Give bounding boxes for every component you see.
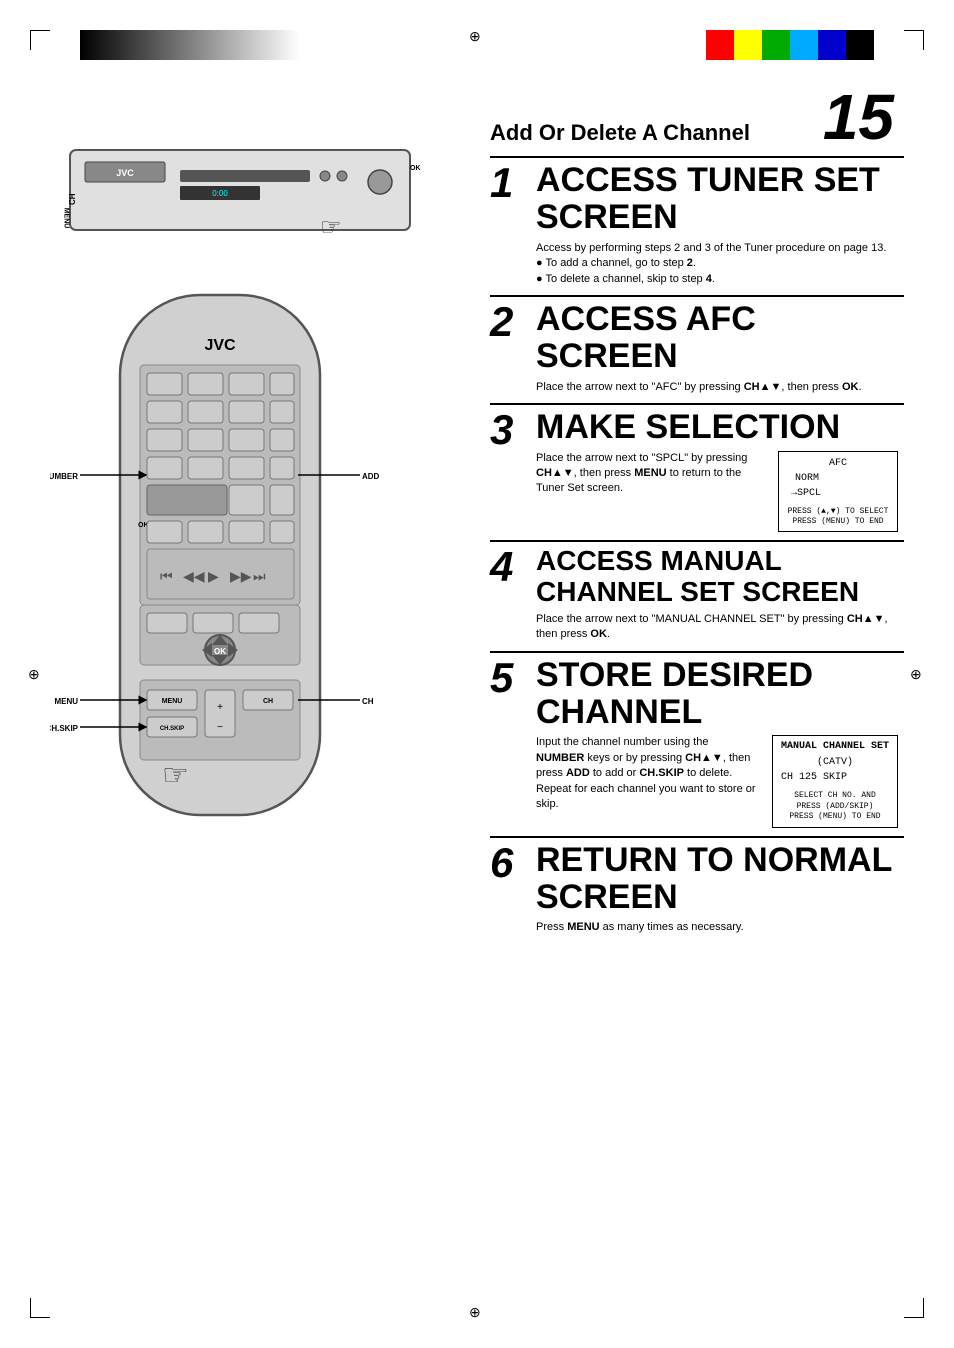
section-heading: Add Or Delete A Channel — [490, 120, 904, 146]
svg-text:−: − — [217, 722, 223, 733]
step-3-block: 3 MAKE SELECTION Place the arrow next to… — [490, 403, 904, 540]
svg-text:CH: CH — [263, 698, 273, 705]
step-4-number: 4 — [490, 542, 530, 650]
step-5-content: STORE DESIRED CHANNEL Input the channel … — [530, 653, 904, 836]
svg-text:CH.SKIP: CH.SKIP — [160, 726, 184, 732]
step-2-content: ACCESS AFC SCREEN Place the arrow next t… — [530, 297, 904, 403]
step-3-inner: Place the arrow next to "SPCL" by pressi… — [536, 451, 898, 533]
step-2-number: 2 — [490, 297, 530, 403]
step-5-inner: Input the channel number using the NUMBE… — [536, 735, 898, 827]
step-2-block: 2 ACCESS AFC SCREEN Place the arrow next… — [490, 295, 904, 403]
svg-text:ADD: ADD — [362, 472, 380, 481]
step-3-content: MAKE SELECTION Place the arrow next to "… — [530, 405, 904, 540]
step-3-text: Place the arrow next to "SPCL" by pressi… — [536, 451, 762, 497]
svg-text:JVC: JVC — [116, 168, 134, 178]
svg-text:⏭: ⏭ — [253, 568, 266, 584]
svg-text:0:00: 0:00 — [212, 189, 228, 198]
screen-afc: AFC — [787, 457, 889, 471]
svg-text:MENU: MENU — [54, 697, 78, 706]
step-4-block: 4 ACCESS MANUAL CHANNEL SET SCREEN Place… — [490, 540, 904, 650]
svg-text:☞: ☞ — [162, 759, 189, 792]
corner-mark-bl — [30, 1298, 50, 1318]
step-1-bullet-1: To add a channel, go to step 2. — [536, 256, 898, 271]
svg-text:+: + — [217, 702, 223, 713]
step-5-block: 5 STORE DESIRED CHANNEL Input the channe… — [490, 651, 904, 836]
step-2-title: ACCESS AFC SCREEN — [536, 301, 898, 376]
svg-text:☞: ☞ — [320, 214, 342, 241]
top-gradient-bar — [80, 30, 300, 60]
screen-norm: NORM — [787, 472, 889, 486]
step-5-title: STORE DESIRED CHANNEL — [536, 657, 898, 732]
step-2-body: Place the arrow next to "AFC" by pressin… — [536, 380, 898, 395]
step-6-title: RETURN TO NORMAL SCREEN — [536, 842, 898, 917]
step-5-screen: MANUAL CHANNEL SET (CATV) CH 125 SKIP SE… — [772, 735, 898, 827]
crosshair-bottom — [469, 1304, 485, 1320]
svg-text:CH: CH — [68, 193, 77, 205]
step-1-title: ACCESS TUNER SET SCREEN — [536, 162, 898, 237]
step-4-title: ACCESS MANUAL CHANNEL SET SCREEN — [536, 546, 898, 608]
right-content-area: Add Or Delete A Channel 1 ACCESS TUNER S… — [490, 120, 904, 944]
svg-text:⏮: ⏮ — [160, 568, 173, 584]
crosshair-left — [28, 666, 44, 682]
stripe-green — [762, 30, 790, 60]
screen-catv: (CATV) — [781, 756, 889, 770]
corner-mark-br — [904, 1298, 924, 1318]
screen-ch-skip: CH 125 SKIP — [781, 771, 889, 785]
step-5-number: 5 — [490, 653, 530, 836]
remote-illustration: JVC — [50, 285, 470, 870]
step-1-number: 1 — [490, 158, 530, 295]
step-6-block: 6 RETURN TO NORMAL SCREEN Press MENU as … — [490, 836, 904, 944]
step-1-content: ACCESS TUNER SET SCREEN Access by perfor… — [530, 158, 904, 295]
svg-text:MENU: MENU — [162, 698, 183, 705]
corner-mark-tr — [904, 30, 924, 50]
svg-text:CH.SKIP: CH.SKIP — [50, 724, 79, 733]
stripe-red — [706, 30, 734, 60]
svg-text:MENU: MENU — [63, 208, 70, 229]
screen-note-5: SELECT CH NO. ANDPRESS (ADD/SKIP)PRESS (… — [781, 791, 889, 822]
step-1-body: Access by performing steps 2 and 3 of th… — [536, 241, 898, 287]
svg-text:◀◀: ◀◀ — [183, 568, 205, 584]
step-6-number: 6 — [490, 838, 530, 944]
stripe-blue — [818, 30, 846, 60]
svg-text:CH: CH — [362, 697, 374, 706]
screen-spcl: →SPCL — [787, 487, 889, 501]
step-6-body: Press MENU as many times as necessary. — [536, 920, 898, 935]
left-illustration-area: JVC 0:00 ☞ CH MENU OK JVC — [50, 120, 470, 870]
svg-text:OK: OK — [214, 647, 226, 656]
step-4-content: ACCESS MANUAL CHANNEL SET SCREEN Place t… — [530, 542, 904, 650]
crosshair-right — [910, 666, 926, 682]
screen-manual-title: MANUAL CHANNEL SET — [781, 740, 889, 754]
step-3-body: Place the arrow next to "SPCL" by pressi… — [536, 451, 898, 533]
svg-text:▶: ▶ — [208, 568, 219, 584]
stripe-black — [846, 30, 874, 60]
step-1-block: 1 ACCESS TUNER SET SCREEN Access by perf… — [490, 156, 904, 295]
step-5-body: Input the channel number using the NUMBE… — [536, 735, 898, 827]
svg-text:OK: OK — [410, 165, 421, 172]
svg-text:NUMBER: NUMBER — [50, 472, 78, 481]
step-1-bullet-2: To delete a channel, skip to step 4. — [536, 272, 898, 287]
svg-text:JVC: JVC — [204, 337, 236, 354]
vcr-illustration: JVC 0:00 ☞ CH MENU OK — [50, 120, 470, 265]
crosshair-top — [469, 28, 485, 44]
step-4-body: Place the arrow next to "MANUAL CHANNEL … — [536, 612, 898, 643]
corner-mark-tl — [30, 30, 50, 50]
step-3-title: MAKE SELECTION — [536, 409, 898, 446]
step-3-number: 3 — [490, 405, 530, 540]
color-stripes — [706, 30, 874, 60]
step-5-text: Input the channel number using the NUMBE… — [536, 735, 756, 812]
step-3-screen: AFC NORM →SPCL PRESS (▲,▼) TO SELECTPRES… — [778, 451, 898, 533]
step-1-bullets: To add a channel, go to step 2. To delet… — [536, 256, 898, 287]
stripe-cyan — [790, 30, 818, 60]
step-6-content: RETURN TO NORMAL SCREEN Press MENU as ma… — [530, 838, 904, 944]
stripe-yellow — [734, 30, 762, 60]
screen-note-3: PRESS (▲,▼) TO SELECTPRESS (MENU) TO END — [787, 507, 889, 528]
svg-text:▶▶: ▶▶ — [230, 568, 252, 584]
